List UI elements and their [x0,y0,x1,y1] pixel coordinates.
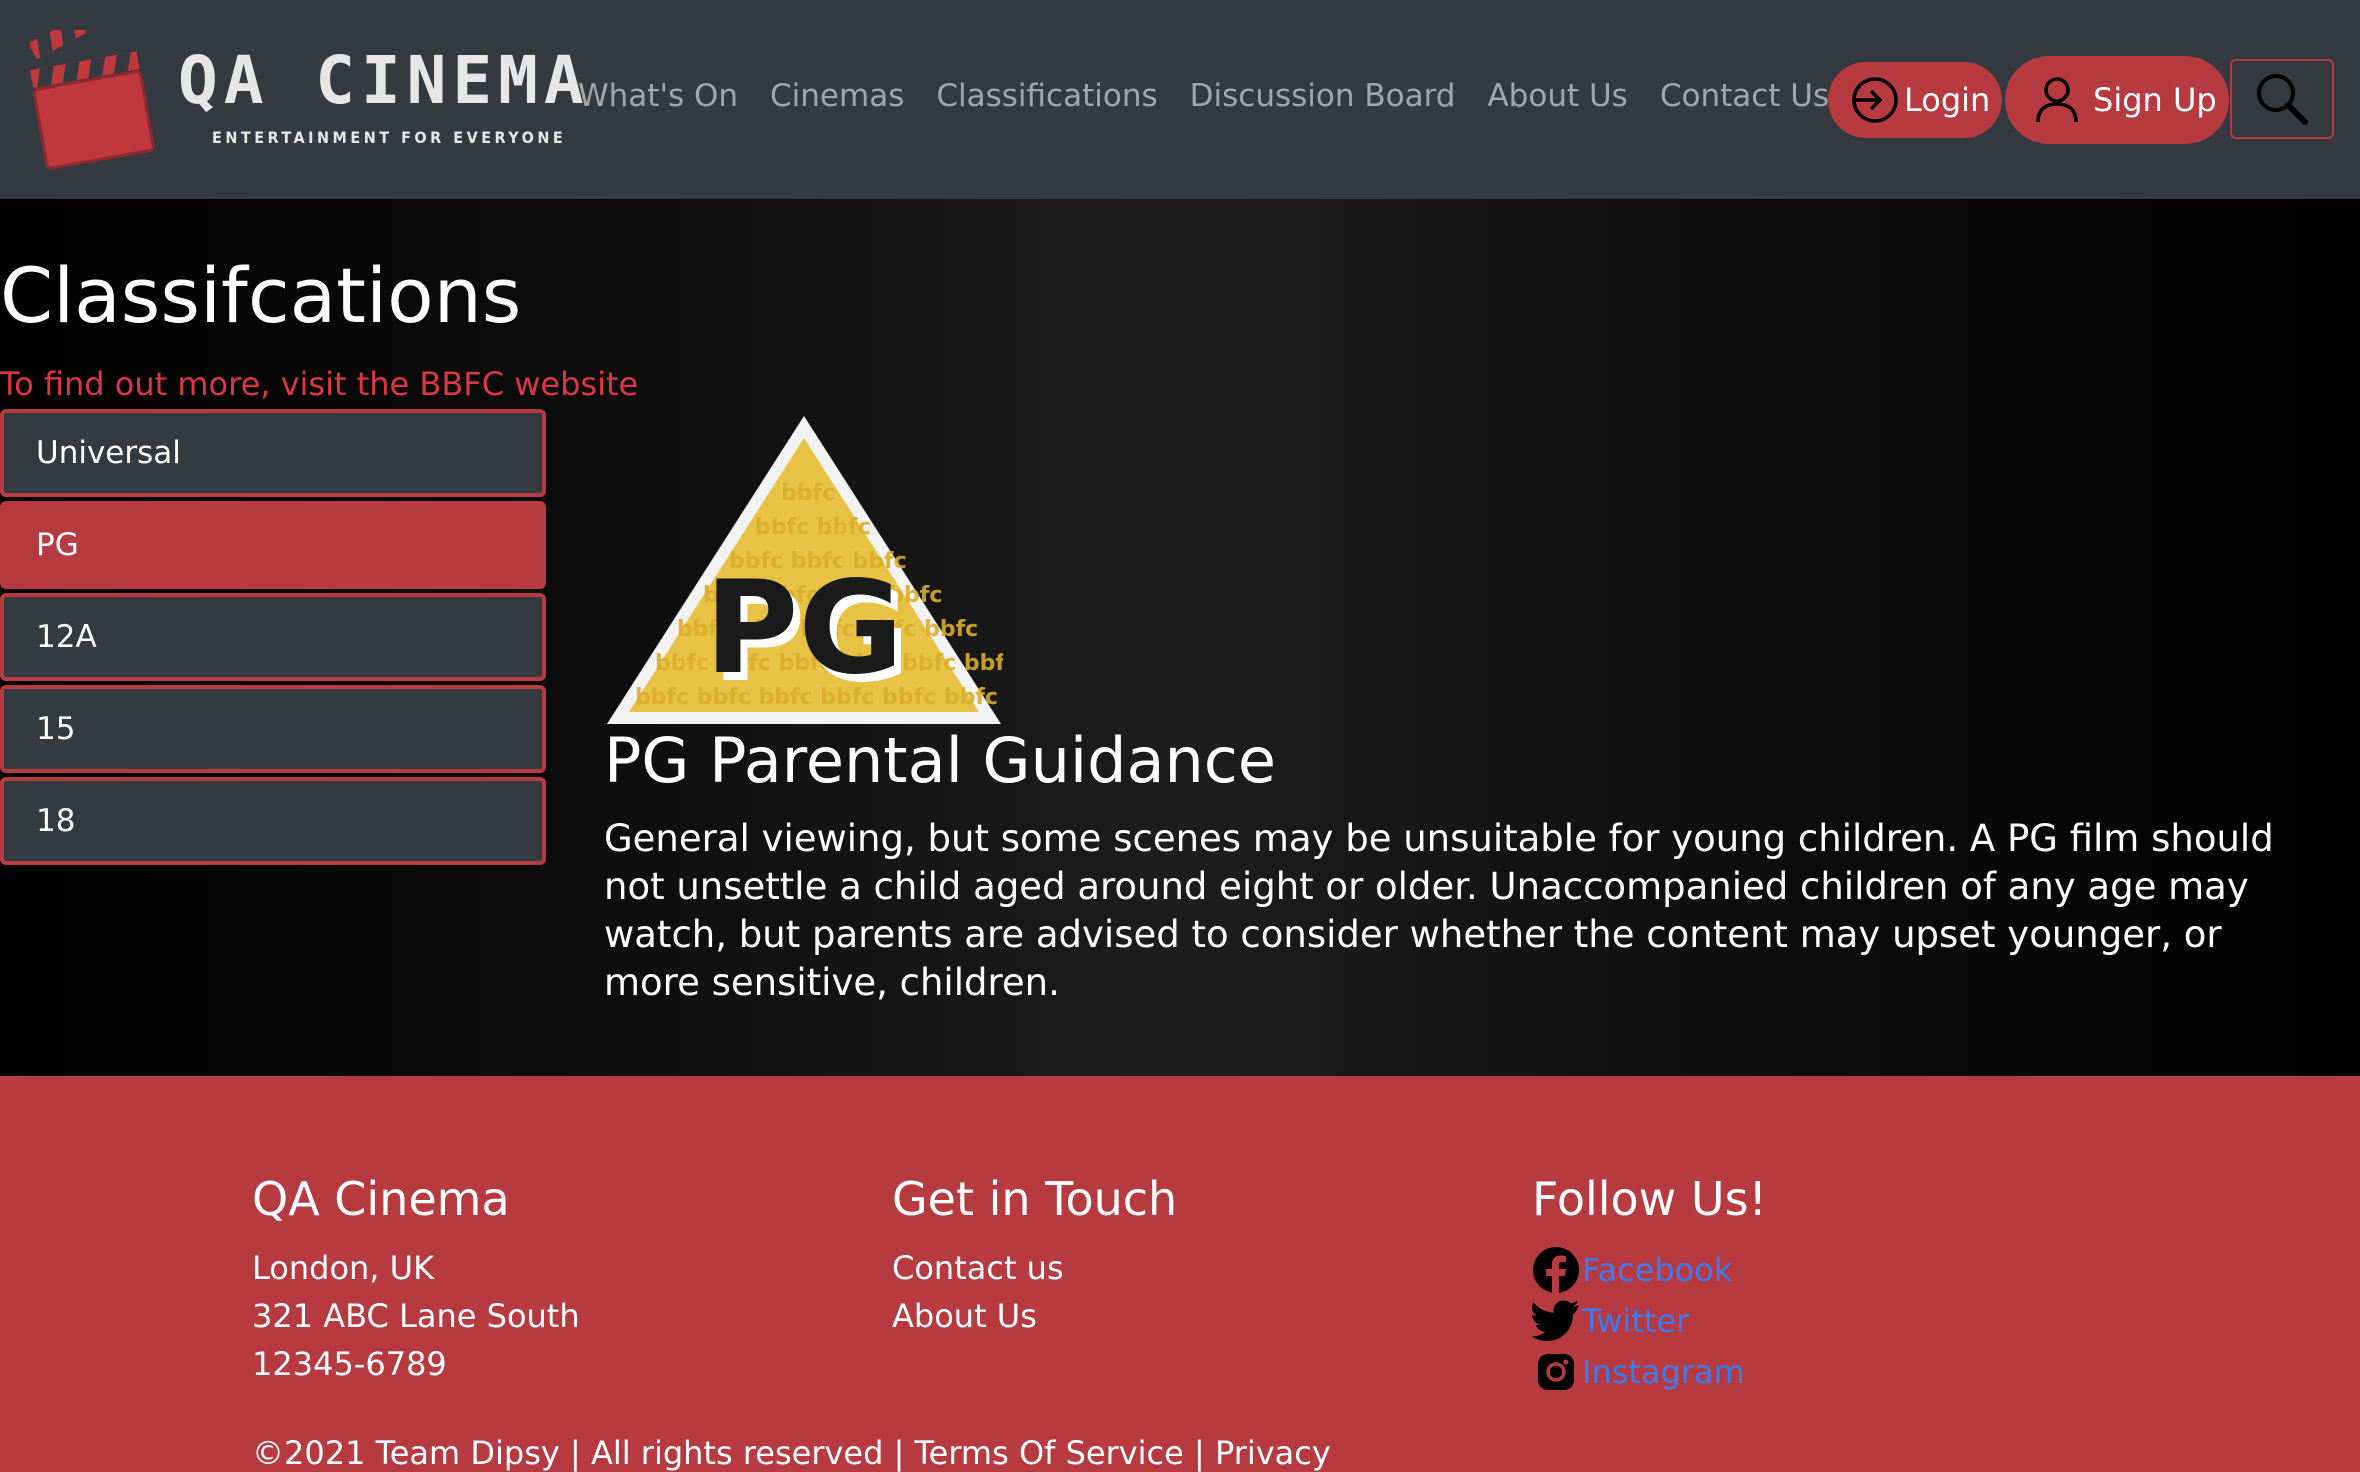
footer-address-city: London, UK [252,1249,435,1287]
footer-heading-company: QA Cinema [252,1172,510,1226]
nav-classifications[interactable]: Classifications [936,78,1157,114]
brand-name: QA CINEMA [178,42,590,119]
instagram-icon [1538,1353,1574,1390]
clapperboard-icon [30,30,155,170]
instagram-link[interactable]: Instagram [1532,1346,1767,1397]
facebook-link[interactable]: Facebook [1532,1244,1767,1295]
footer: QA Cinema London, UK 321 ABC Lane South … [0,1076,2360,1472]
classification-item-18[interactable]: 18 [0,777,546,865]
classification-title: PG Parental Guidance [604,724,1276,797]
brand-tagline: ENTERTAINMENT FOR EVERYONE [212,128,567,147]
footer-phone: 12345-6789 [252,1345,447,1383]
twitter-link[interactable]: Twitter [1532,1295,1767,1346]
facebook-icon [1533,1246,1579,1293]
svg-text:bbfc: bbfc [781,481,835,506]
pg-badge-text-shadow: PG [705,554,904,703]
classification-item-15[interactable]: 15 [0,685,546,773]
classification-item-universal[interactable]: Universal [0,409,546,497]
signup-label: Sign Up [2093,81,2217,119]
classification-item-pg[interactable]: PG [0,501,546,589]
nav-discussion-board[interactable]: Discussion Board [1190,78,1456,114]
classification-list: Universal PG 12A 15 18 [0,409,546,869]
facebook-label: Facebook [1582,1250,1733,1289]
login-label: Login [1904,81,1991,119]
login-button[interactable]: Login [1828,62,2002,138]
footer-heading-social: Follow Us! [1532,1172,1767,1226]
classification-description: General viewing, but some scenes may be … [604,817,2274,1004]
brand-logo[interactable]: QA CINEMA ENTERTAINMENT FOR EVERYONE [30,30,584,170]
classification-item-12a[interactable]: 12A [0,593,546,681]
navbar: QA CINEMA ENTERTAINMENT FOR EVERYONE Wha… [0,0,2360,199]
footer-about-link[interactable]: About Us [892,1292,1177,1340]
footer-contact-link[interactable]: Contact us [892,1244,1177,1292]
nav-contact-us[interactable]: Contact Us [1660,78,1829,114]
instagram-label: Instagram [1582,1352,1745,1391]
footer-heading-contact: Get in Touch [892,1172,1178,1226]
svg-text:bbfc bbfc: bbfc bbfc [755,515,871,540]
classifications-section: Classifcations To find out more, visit t… [0,199,2360,1076]
footer-col-company: QA Cinema London, UK 321 ABC Lane South … [252,1172,580,1388]
twitter-icon [1532,1300,1579,1341]
user-icon [2036,77,2078,123]
twitter-label: Twitter [1582,1301,1690,1340]
footer-col-social: Follow Us! Facebook Twitter Instagram [1532,1172,1767,1397]
search-button[interactable] [2230,59,2334,139]
nav-cinemas[interactable]: Cinemas [770,78,904,114]
footer-address-street: 321 ABC Lane South [252,1297,580,1335]
copyright-text: ©2021 Team Dipsy | All rights reserved |… [252,1434,1331,1472]
pg-rating-badge: bbfc bbfc bbfc bbfc bbfc bbfc bbfc bbfc … [607,416,1003,724]
main-nav: What's On Cinemas Classifications Discus… [578,78,1829,114]
nav-whats-on[interactable]: What's On [578,78,738,114]
search-icon [2257,74,2308,125]
signup-button[interactable]: Sign Up [2005,56,2229,144]
login-icon [1852,77,1898,123]
bbfc-link[interactable]: To find out more, visit the BBFC website [0,365,638,403]
footer-col-contact: Get in Touch Contact us About Us [892,1172,1177,1340]
nav-about-us[interactable]: About Us [1487,78,1627,114]
page-title: Classifcations [0,251,522,340]
